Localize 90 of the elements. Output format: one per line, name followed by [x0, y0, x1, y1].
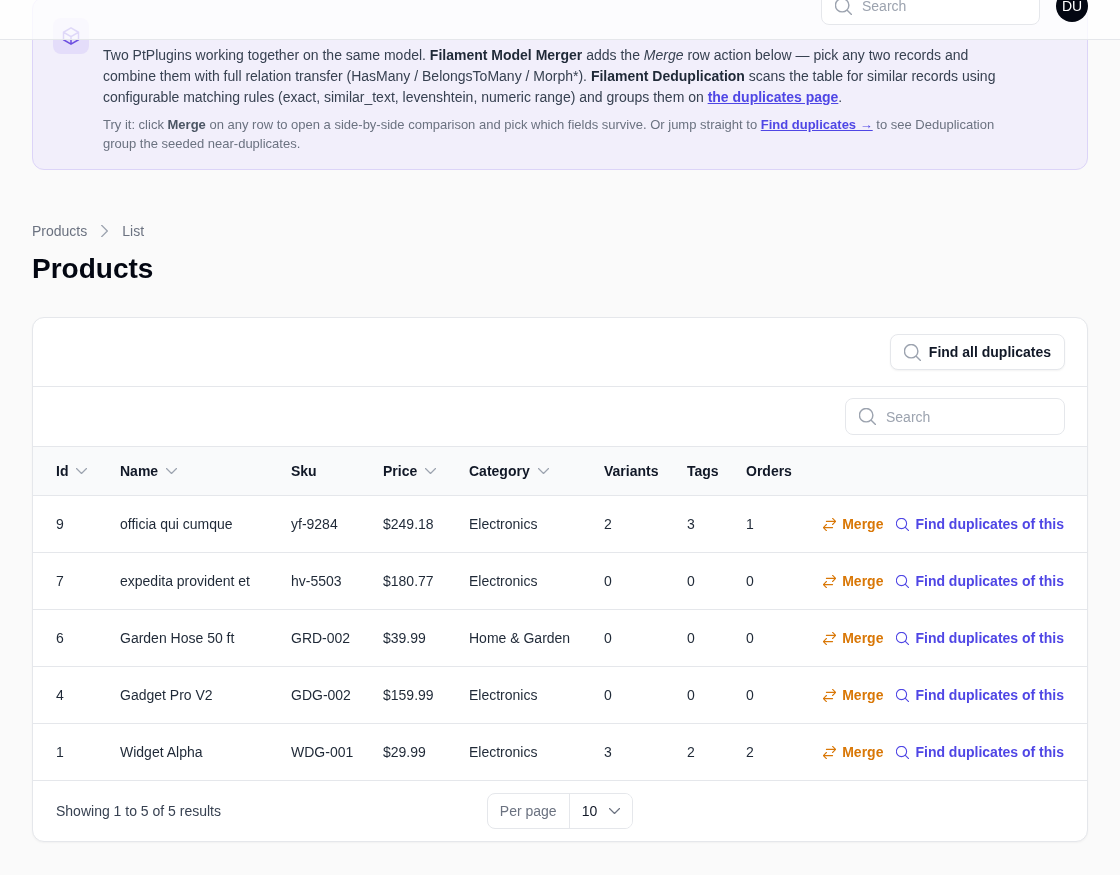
table-cell: 7 [56, 573, 64, 589]
find-duplicates-action[interactable]: Find duplicates of this [896, 630, 1064, 646]
table-cell: Garden Hose 50 ft [120, 630, 235, 646]
search-icon [896, 688, 910, 702]
inline-link[interactable]: Find duplicates → [760, 117, 873, 132]
merge-action[interactable]: Merge [823, 630, 884, 646]
table-cell: 2 [604, 516, 612, 532]
chevron-down-icon [537, 468, 549, 474]
merge-action[interactable]: Merge [823, 687, 884, 703]
table-cell: Home & Garden [469, 630, 571, 646]
find-duplicates-action[interactable]: Find duplicates of this [896, 516, 1064, 532]
table-cell: hv-5503 [291, 573, 342, 589]
find-duplicates-action[interactable]: Find duplicates of this [896, 573, 1064, 589]
swap-arrows-icon [823, 631, 837, 645]
page-title: Products [32, 252, 154, 286]
table-cell: $249.18 [383, 516, 434, 532]
table-cell: 0 [746, 687, 754, 703]
table-cell: 3 [604, 744, 612, 760]
search-icon [903, 343, 921, 361]
swap-arrows-icon [823, 574, 837, 588]
search-icon [835, 0, 852, 15]
search-icon [896, 574, 910, 588]
search-icon [896, 631, 910, 645]
chevron-right-icon [101, 225, 109, 237]
table-cell: $159.99 [383, 687, 434, 703]
breadcrumb-link[interactable]: List [122, 221, 145, 241]
search-icon [896, 745, 910, 759]
table-cell: 6 [56, 630, 64, 646]
table-cell: WDG-001 [291, 744, 354, 760]
table-cell: Electronics [469, 516, 538, 532]
column-header[interactable]: Price [383, 463, 437, 479]
table-search-field[interactable]: Search [845, 398, 1065, 435]
table-cell: Electronics [469, 573, 538, 589]
search-field[interactable]: Search [821, 0, 1040, 25]
table-cell: 0 [604, 687, 612, 703]
find-duplicates-action[interactable]: Find duplicates of this [896, 687, 1064, 703]
inline-link[interactable]: the duplicates page [707, 89, 839, 105]
table-cell: Electronics [469, 744, 538, 760]
table-cell: $39.99 [383, 630, 426, 646]
table-cell: 2 [746, 744, 754, 760]
find-duplicates-action[interactable]: Find duplicates of this [896, 744, 1064, 760]
table-cell: 4 [56, 687, 64, 703]
find-all-duplicates-button[interactable]: Find all duplicates [889, 334, 1065, 370]
table-cell: 0 [687, 573, 695, 589]
merge-action[interactable]: Merge [823, 744, 884, 760]
chevron-down-icon [425, 468, 437, 474]
table-cell: 1 [746, 516, 754, 532]
search-icon [859, 408, 876, 425]
table-cell: officia qui cumque [120, 516, 233, 532]
table-cell: Widget Alpha [120, 744, 203, 760]
merge-action[interactable]: Merge [823, 516, 884, 532]
banner-description: Two PtPlugins working together on the same model. Filament Model Merger adds the Merge row action below — pick any two records and combine them with full relation transfer (HasMany / BelongsToMany / Morph*). Filament Deduplication scans the table for similar records using configurable matching rules (exact, similar_text, levenshtein, numeric range) and groups them on the duplicates page. [103, 46, 997, 107]
search-icon [896, 517, 910, 531]
column-header[interactable]: Name [120, 463, 178, 479]
table-cell: Gadget Pro V2 [120, 687, 213, 703]
table-cell: 9 [56, 516, 64, 532]
table-cell: 0 [604, 573, 612, 589]
table-cell: 0 [746, 573, 754, 589]
swap-arrows-icon [823, 688, 837, 702]
results-summary: Showing 1 to 5 of 5 results [56, 803, 221, 819]
table-cell: 0 [687, 687, 695, 703]
table-cell: GRD-002 [291, 630, 351, 646]
table-cell: 1 [56, 744, 64, 760]
column-header: Sku [291, 463, 317, 479]
chevron-down-icon [609, 808, 621, 814]
table-cell: Electronics [469, 687, 538, 703]
table-cell: yf-9284 [291, 516, 338, 532]
table-cell: expedita provident et [120, 573, 250, 589]
table-cell: 2 [687, 744, 695, 760]
table-cell: $180.77 [383, 573, 434, 589]
column-header[interactable]: Category [469, 463, 549, 479]
breadcrumb-link[interactable]: Products [32, 221, 88, 241]
user-avatar[interactable]: DU [1056, 0, 1088, 22]
table-cell: 0 [746, 630, 754, 646]
table-cell: $29.99 [383, 744, 426, 760]
table-cell: 3 [687, 516, 695, 532]
table-cell: 0 [604, 630, 612, 646]
swap-arrows-icon [823, 517, 837, 531]
merge-action[interactable]: Merge [823, 573, 884, 589]
column-header: Orders [746, 463, 792, 479]
banner-hint: Try it: click Merge on any row to open a side-by-side comparison and pick which fields survive. Or jump straight to Find duplicates → to see Deduplication group the seeded near-duplicates. [103, 116, 996, 153]
chevron-down-icon [166, 468, 178, 474]
per-page-label: Per page [487, 794, 570, 828]
swap-arrows-icon [823, 745, 837, 759]
column-header[interactable]: Id [56, 463, 88, 479]
table-cell: GDG-002 [291, 687, 351, 703]
chevron-down-icon [76, 468, 88, 474]
column-header: Variants [604, 463, 659, 479]
column-header: Tags [687, 463, 719, 479]
table-cell: 0 [687, 630, 695, 646]
